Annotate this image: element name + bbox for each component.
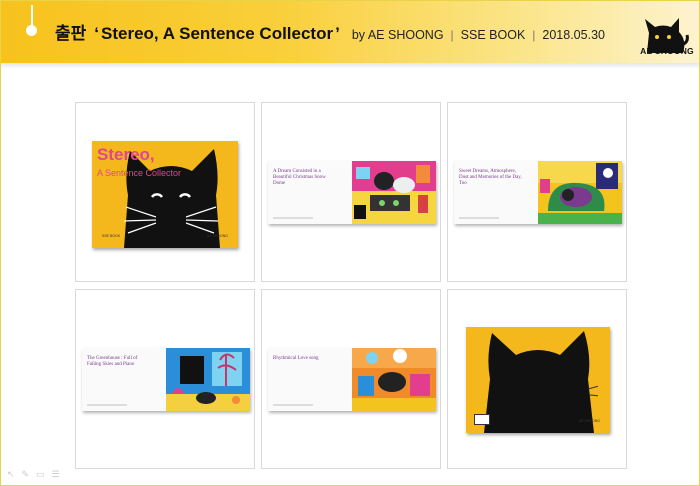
- back-cover-author: AE SHOONG: [578, 419, 600, 423]
- thumbnail-spread-2[interactable]: Sweet Dreams, Atmosphere, Dust and Memor…: [447, 102, 627, 282]
- book-spread: Sweet Dreams, Atmosphere, Dust and Memor…: [454, 161, 622, 224]
- slide: 출판 ‘ Stereo, A Sentence Collector ’ by A…: [0, 0, 700, 486]
- spread-text-page: Rhythmical Love song: [268, 348, 352, 411]
- page-title: 출판 ‘ Stereo, A Sentence Collector ’ by A…: [55, 19, 605, 44]
- black-cat-silhouette-icon: [484, 331, 598, 433]
- spread-text: Rhythmical Love song: [273, 356, 319, 361]
- header-divider: [1, 63, 699, 69]
- close-quote: ’: [335, 24, 340, 43]
- spread-text-page: The Greenhouse : Full of Falling Skies a…: [82, 348, 166, 411]
- separator: |: [450, 28, 454, 42]
- publisher-text: SSE BOOK: [460, 28, 526, 42]
- pink-room-scene-icon: [352, 161, 436, 224]
- cover-author: AE SHOONG: [206, 234, 228, 238]
- spread-text: A Dream Consisted in a Beautiful Christm…: [273, 169, 326, 186]
- yellow-bedroom-scene-icon: [538, 161, 622, 224]
- spread-text-page: Sweet Dreams, Atmosphere, Dust and Memor…: [454, 161, 538, 224]
- book-title: Stereo, A Sentence Collector: [101, 24, 334, 43]
- slide-toolbar: ↖ ✎ ▭ ☰: [7, 469, 60, 480]
- book-spread: The Greenhouse : Full of Falling Skies a…: [82, 348, 250, 411]
- orange-band-scene-icon: [352, 348, 436, 411]
- cover-publisher: SSE BOOK: [102, 234, 121, 238]
- book-cover: Stereo, A Sentence Collector SSE BOOK AE…: [92, 141, 238, 248]
- comment-icon[interactable]: ▭: [36, 469, 45, 480]
- bullet-dot-icon: [26, 25, 37, 36]
- barcode-icon: [474, 414, 490, 425]
- arrow-icon[interactable]: ↖: [7, 469, 15, 480]
- thumbnail-spread-4[interactable]: Rhythmical Love song: [261, 289, 441, 469]
- title-label: 출판: [55, 24, 87, 43]
- cover-title: Stereo,: [97, 145, 155, 164]
- spread-footer: [459, 217, 499, 219]
- thumbnail-spread-3[interactable]: The Greenhouse : Full of Falling Skies a…: [75, 289, 255, 469]
- cover-subtitle: A Sentence Collector: [97, 168, 182, 178]
- thumbnail-spread-1[interactable]: A Dream Consisted in a Beautiful Christm…: [261, 102, 441, 282]
- menu-icon[interactable]: ☰: [52, 469, 60, 480]
- thumbnail-back-cover[interactable]: AE SHOONG: [447, 289, 627, 469]
- book-spread: A Dream Consisted in a Beautiful Christm…: [268, 161, 436, 224]
- header-banner: 출판 ‘ Stereo, A Sentence Collector ’ by A…: [1, 1, 699, 63]
- spread-text: The Greenhouse : Full of Falling Skies a…: [87, 356, 138, 367]
- spread-footer: [87, 404, 127, 406]
- book-spread: Rhythmical Love song: [268, 348, 436, 411]
- bullet-line: [31, 5, 33, 27]
- blue-greenhouse-scene-icon: [166, 348, 250, 411]
- spread-text: Sweet Dreams, Atmosphere, Dust and Memor…: [459, 169, 522, 186]
- date-text: 2018.05.30: [542, 28, 605, 42]
- open-quote: ‘: [94, 24, 100, 43]
- spread-footer: [273, 404, 313, 406]
- pen-icon[interactable]: ✎: [22, 469, 30, 480]
- spread-text-page: A Dream Consisted in a Beautiful Christm…: [268, 161, 352, 224]
- author-text: by AE SHOONG: [351, 28, 444, 42]
- book-back-cover: AE SHOONG: [466, 327, 610, 433]
- spread-footer: [273, 217, 313, 219]
- logo-text: AE SHOONG: [640, 46, 694, 56]
- thumbnail-cover[interactable]: Stereo, A Sentence Collector SSE BOOK AE…: [75, 102, 255, 282]
- separator: |: [532, 28, 536, 42]
